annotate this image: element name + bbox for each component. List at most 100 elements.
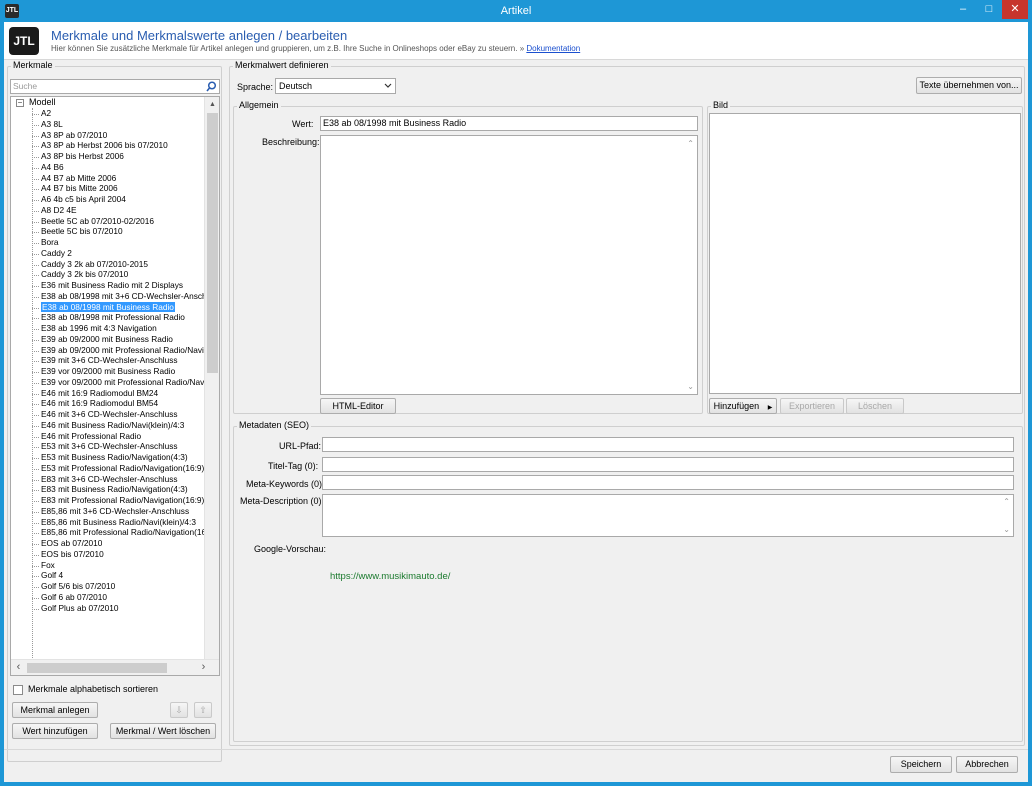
textarea-scroll-up[interactable]: ⌃: [687, 139, 694, 148]
scroll-right-arrow[interactable]: ›: [196, 660, 211, 675]
scroll-left-arrow[interactable]: ‹: [11, 660, 26, 675]
documentation-link[interactable]: Dokumentation: [526, 44, 580, 53]
horizontal-scroll-thumb[interactable]: [27, 663, 167, 673]
html-editor-button[interactable]: HTML-Editor: [320, 398, 396, 414]
tree-item[interactable]: Caddy 3 2k bis 07/2010: [11, 269, 204, 280]
merkmal-wert-loeschen-button[interactable]: Merkmal / Wert löschen: [110, 723, 216, 739]
tree-item[interactable]: E83 mit Business Radio/Navigation(4:3): [11, 484, 204, 495]
tree-item[interactable]: A4 B7 ab Mitte 2006: [11, 173, 204, 184]
tree-item[interactable]: Beetle 5C bis 07/2010: [11, 226, 204, 237]
wert-input[interactable]: E38 ab 08/1998 mit Business Radio: [320, 116, 698, 131]
tree-item[interactable]: E38 ab 1996 mit 4:3 Navigation: [11, 323, 204, 334]
tree-item-selected[interactable]: E38 ab 08/1998 mit Business Radio: [11, 301, 204, 313]
titel-tag-input[interactable]: [322, 457, 1014, 472]
tree-item[interactable]: EOS bis 07/2010: [11, 549, 204, 560]
tree-item[interactable]: Caddy 2: [11, 248, 204, 259]
move-up-button[interactable]: ⇧: [194, 702, 212, 718]
vertical-scroll-thumb[interactable]: [207, 113, 218, 373]
wert-hinzufuegen-button[interactable]: Wert hinzufügen: [12, 723, 98, 739]
beschreibung-textarea[interactable]: ⌃ ⌄: [320, 135, 698, 395]
meta-scroll-down[interactable]: ⌄: [1003, 525, 1010, 534]
tree-item[interactable]: E39 mit 3+6 CD-Wechsler-Anschluss: [11, 355, 204, 366]
tree-item[interactable]: Bora: [11, 237, 204, 248]
tree-item-label: E39 vor 09/2000 mit Professional Radio/N…: [41, 376, 204, 387]
header: JTL Merkmale und Merkmalswerte anlegen /…: [4, 22, 1028, 60]
tree-item[interactable]: E53 mit Business Radio/Navigation(4:3): [11, 452, 204, 463]
tree-item[interactable]: A3 8L: [11, 119, 204, 130]
meta-keywords-input[interactable]: [322, 475, 1014, 490]
minimize-button[interactable]: –: [950, 0, 976, 19]
tree-item-label: A6 4b c5 bis April 2004: [41, 194, 126, 204]
tree-item[interactable]: E38 ab 08/1998 mit 3+6 CD-Wechsler-Ansch…: [11, 291, 204, 302]
tree-item[interactable]: A6 4b c5 bis April 2004: [11, 194, 204, 205]
tree-item[interactable]: A3 8P ab 07/2010: [11, 130, 204, 141]
textarea-scroll-down[interactable]: ⌄: [687, 382, 694, 391]
tree-item[interactable]: Golf 4: [11, 570, 204, 581]
speichern-button[interactable]: Speichern: [890, 756, 952, 773]
tree-item-label: E83 mit Professional Radio/Navigation(16…: [41, 495, 204, 505]
meta-description-textarea[interactable]: ⌃ ⌄: [322, 494, 1014, 537]
scroll-up-arrow[interactable]: ▲: [205, 97, 219, 112]
tree-item-label: E85,86 mit Professional Radio/Navigation…: [41, 527, 204, 538]
tree-item[interactable]: E85,86 mit Professional Radio/Navigation…: [11, 527, 204, 538]
horizontal-scrollbar[interactable]: ‹ ›: [11, 659, 219, 675]
tree-item[interactable]: A8 D2 4E: [11, 205, 204, 216]
move-down-button[interactable]: ⇩: [170, 702, 188, 718]
search-placeholder: Suche: [13, 81, 38, 91]
tree-item[interactable]: Fox: [11, 560, 204, 571]
window-client: JTL Merkmale und Merkmalswerte anlegen /…: [4, 22, 1028, 782]
tree-item[interactable]: E53 mit 3+6 CD-Wechsler-Anschluss: [11, 441, 204, 452]
search-icon[interactable]: [206, 81, 217, 92]
tree-item[interactable]: E46 mit 16:9 Radiomodul BM54: [11, 398, 204, 409]
hinzufuegen-button[interactable]: Hinzufügen ▶: [709, 398, 777, 414]
merkmal-anlegen-button[interactable]: Merkmal anlegen: [12, 702, 98, 718]
sort-checkbox[interactable]: [13, 685, 23, 695]
vertical-scrollbar[interactable]: ▲: [204, 97, 219, 659]
tree-item[interactable]: E39 ab 09/2000 mit Business Radio: [11, 334, 204, 345]
tree-item[interactable]: E39 vor 09/2000 mit Business Radio: [11, 366, 204, 377]
tree-item[interactable]: EOS ab 07/2010: [11, 538, 204, 549]
tree-item[interactable]: E39 vor 09/2000 mit Professional Radio/N…: [11, 377, 204, 388]
tree-item[interactable]: E38 ab 08/1998 mit Professional Radio: [11, 312, 204, 323]
language-select[interactable]: Deutsch: [275, 78, 396, 94]
tree-item-label: A4 B7 ab Mitte 2006: [41, 172, 117, 183]
tree-item[interactable]: A4 B6: [11, 162, 204, 173]
tree-node-modell[interactable]: − Modell: [11, 97, 204, 108]
tree-item[interactable]: E53 mit Professional Radio/Navigation(16…: [11, 463, 204, 474]
tree-item[interactable]: E83 mit Professional Radio/Navigation(16…: [11, 495, 204, 506]
tree-item[interactable]: E85,86 mit 3+6 CD-Wechsler-Anschluss: [11, 506, 204, 517]
url-pfad-input[interactable]: [322, 437, 1014, 452]
wert-label: Wert:: [292, 119, 314, 129]
close-button[interactable]: ✕: [1002, 0, 1028, 19]
exportieren-button[interactable]: Exportieren: [780, 398, 844, 414]
tree-item[interactable]: Caddy 3 2k ab 07/2010-2015: [11, 259, 204, 270]
tree-item[interactable]: Golf 6 ab 07/2010: [11, 592, 204, 603]
tree-item[interactable]: E46 mit 3+6 CD-Wechsler-Anschluss: [11, 409, 204, 420]
abbrechen-button[interactable]: Abbrechen: [956, 756, 1018, 773]
allgemein-group-label: Allgemein: [237, 100, 281, 110]
tree-item[interactable]: Golf 5/6 bis 07/2010: [11, 581, 204, 592]
tree-item[interactable]: E46 mit Business Radio/Navi(klein)/4:3: [11, 420, 204, 431]
loeschen-button[interactable]: Löschen: [846, 398, 904, 414]
collapse-icon[interactable]: −: [16, 99, 24, 107]
tree-item[interactable]: Beetle 5C ab 07/2010-02/2016: [11, 216, 204, 227]
search-input[interactable]: Suche: [10, 79, 220, 94]
seo-group-label: Metadaten (SEO): [237, 420, 312, 430]
tree-item[interactable]: A4 B7 bis Mitte 2006: [11, 183, 204, 194]
texte-uebernehmen-button[interactable]: Texte übernehmen von...: [916, 77, 1022, 94]
tree-item[interactable]: Golf Plus ab 07/2010: [11, 603, 204, 614]
tree-item-label: E39 vor 09/2000 mit Business Radio: [41, 366, 176, 376]
tree-item[interactable]: E39 ab 09/2000 mit Professional Radio/Na…: [11, 345, 204, 356]
meta-description-label: Meta-Description (0):: [240, 496, 325, 506]
tree-item[interactable]: A2: [11, 108, 204, 119]
tree-item[interactable]: E85,86 mit Business Radio/Navi(klein)/4:…: [11, 517, 204, 528]
tree-item[interactable]: E83 mit 3+6 CD-Wechsler-Anschluss: [11, 474, 204, 485]
tree-item[interactable]: A3 8P ab Herbst 2006 bis 07/2010: [11, 140, 204, 151]
tree-item[interactable]: A3 8P bis Herbst 2006: [11, 151, 204, 162]
tree-item[interactable]: E46 mit 16:9 Radiomodul BM24: [11, 388, 204, 399]
meta-scroll-up[interactable]: ⌃: [1003, 497, 1010, 506]
maximize-button[interactable]: □: [976, 0, 1002, 19]
tree-item[interactable]: E46 mit Professional Radio: [11, 431, 204, 442]
title-bar: Artikel JTL – □ ✕: [0, 0, 1032, 22]
tree-item[interactable]: E36 mit Business Radio mit 2 Displays: [11, 280, 204, 291]
